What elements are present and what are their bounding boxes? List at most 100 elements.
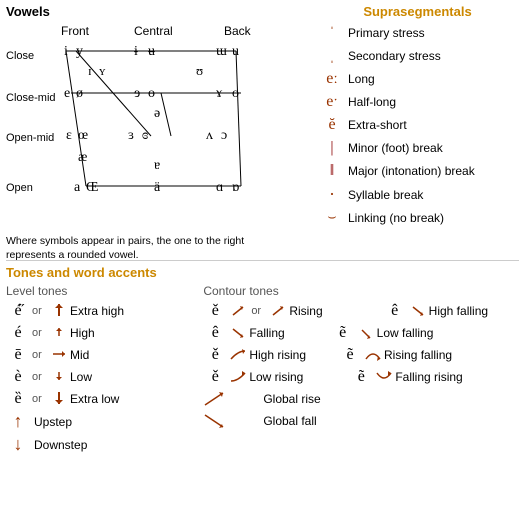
svg-text:Open: Open	[6, 182, 33, 194]
svg-text:ø: ø	[76, 86, 83, 101]
high-char: é	[6, 324, 30, 342]
risingfalling-label: Rising falling	[384, 348, 452, 362]
tone-row-extrahigh: é̋ or Extra high	[6, 301, 203, 321]
svg-text:Central: Central	[134, 24, 173, 38]
tone-row-low: è or Low	[6, 367, 203, 387]
lowfalling-arrow-icon	[355, 325, 377, 341]
falling-arrow-icon	[227, 325, 249, 341]
svg-text:ʌ: ʌ	[206, 128, 213, 143]
lowrising-label: Low rising	[249, 370, 303, 384]
mid-char: ē	[6, 346, 30, 364]
fallingrising-char: ẽ	[349, 368, 373, 386]
syllable-break-label: Syllable break	[348, 188, 423, 202]
svg-text:e: e	[64, 86, 70, 101]
vowels-panel: Vowels Front Central Back Close Close-mi…	[0, 0, 310, 260]
risingfalling-char: ẽ	[338, 346, 362, 364]
mid-label: Mid	[70, 348, 89, 362]
downstep-label: Downstep	[34, 438, 87, 452]
mid-or: or	[32, 349, 46, 361]
low-label: Low	[70, 370, 92, 384]
secondary-stress-symbol: ˌ	[316, 48, 348, 65]
extrahigh-label: Extra high	[70, 304, 124, 318]
svg-text:ɐ: ɐ	[154, 158, 160, 173]
highfalling-char: ê	[383, 302, 407, 320]
low-arrow	[48, 368, 70, 387]
globalrise-arrow-icon	[203, 391, 263, 407]
tones-title: Tones and word accents	[6, 265, 519, 280]
halflong-label: Half-long	[348, 95, 396, 109]
long-label: Long	[348, 72, 375, 86]
page-container: Vowels Front Central Back Close Close-mi…	[0, 0, 525, 516]
linking-symbol: ⌣	[316, 210, 348, 226]
extralow-char: ȅ	[6, 390, 30, 408]
svg-text:ɘ: ɘ	[134, 86, 140, 101]
fallingrising-label: Falling rising	[395, 370, 462, 384]
svg-text:ə: ə	[154, 106, 160, 121]
low-char: è	[6, 368, 30, 386]
extrahigh-or: or	[32, 305, 46, 317]
supraseg-row-minor: | Minor (foot) break	[316, 138, 519, 158]
extrahigh-arrow	[48, 302, 70, 321]
svg-text:ɔ: ɔ	[221, 128, 227, 143]
vowels-title: Vowels	[6, 4, 304, 19]
svg-text:Back: Back	[224, 24, 252, 38]
tone-row-upstep: ↑ Upstep	[6, 411, 203, 432]
risingfalling-arrow-icon	[362, 347, 384, 363]
upstep-char: ↑	[6, 411, 30, 432]
globalfall-label: Global fall	[263, 414, 316, 428]
svg-text:Œ: Œ	[86, 180, 98, 195]
high-arrow	[48, 324, 70, 343]
svg-text:ɵ: ɵ	[148, 86, 155, 101]
svg-text:i: i	[64, 44, 68, 59]
tone-row-mid: ē or Mid	[6, 345, 203, 365]
high-or: or	[32, 327, 46, 339]
tone-row-extralow: ȅ or Extra low	[6, 389, 203, 409]
contour-tones-panel: Contour tones ě or Rising ê	[203, 284, 519, 457]
supraseg-row-major: ‖ Major (intonation) break	[316, 161, 519, 181]
primary-stress-symbol: ˈ	[316, 25, 348, 42]
extralow-arrow	[48, 390, 70, 409]
svg-text:a: a	[74, 180, 81, 195]
svg-text:ɪ: ɪ	[88, 63, 92, 78]
minor-break-label: Minor (foot) break	[348, 141, 443, 155]
tone-row-downstep: ↓ Downstep	[6, 434, 203, 455]
highrising-label: High rising	[249, 348, 306, 362]
rising-arrow-icon	[227, 303, 249, 319]
supraseg-row-linking: ⌣ Linking (no break)	[316, 208, 519, 228]
tone-row-lowrising: ě Low rising ẽ Falling rising	[203, 367, 519, 387]
lowfalling-label: Low falling	[377, 326, 434, 340]
high-label: High	[70, 326, 95, 340]
supraseg-title: Suprasegmentals	[316, 4, 519, 19]
svg-text:ɒ: ɒ	[232, 180, 239, 195]
halflong-symbol: eˑ	[316, 93, 348, 111]
mid-arrow	[48, 346, 70, 365]
extralow-or: or	[32, 393, 46, 405]
lowrising-arrow-icon	[227, 369, 249, 385]
lowrising-char: ě	[203, 368, 227, 386]
major-break-label: Major (intonation) break	[348, 164, 475, 178]
svg-text:œ: œ	[78, 128, 88, 143]
svg-text:ɑ: ɑ	[216, 180, 223, 195]
syllable-break-symbol: ·	[316, 184, 348, 205]
svg-text:ɜ: ɜ	[128, 128, 134, 143]
globalrise-label: Global rise	[263, 392, 320, 406]
supraseg-row-syllable: · Syllable break	[316, 184, 519, 205]
tone-row-globalrise: Global rise	[203, 389, 519, 409]
vowels-chart: Front Central Back Close Close-mid Open-…	[6, 21, 306, 231]
highrising-arrow-icon	[227, 347, 249, 363]
extrashort-symbol: ĕ	[316, 116, 348, 134]
top-section: Vowels Front Central Back Close Close-mi…	[0, 0, 525, 260]
svg-text:ʏ: ʏ	[99, 63, 106, 78]
downstep-char: ↓	[6, 434, 30, 455]
tone-row-high: é or High	[6, 323, 203, 343]
svg-text:æ: æ	[78, 150, 87, 165]
lowfalling-char: ẽ	[331, 324, 355, 342]
upstep-label: Upstep	[34, 415, 72, 429]
rising-arrow2-icon	[267, 303, 289, 319]
svg-text:Close-mid: Close-mid	[6, 92, 56, 104]
linking-label: Linking (no break)	[348, 211, 444, 225]
svg-text:ɨ: ɨ	[134, 44, 138, 59]
primary-stress-label: Primary stress	[348, 26, 425, 40]
falling-char: ê	[203, 324, 227, 342]
svg-text:y: y	[76, 44, 83, 59]
